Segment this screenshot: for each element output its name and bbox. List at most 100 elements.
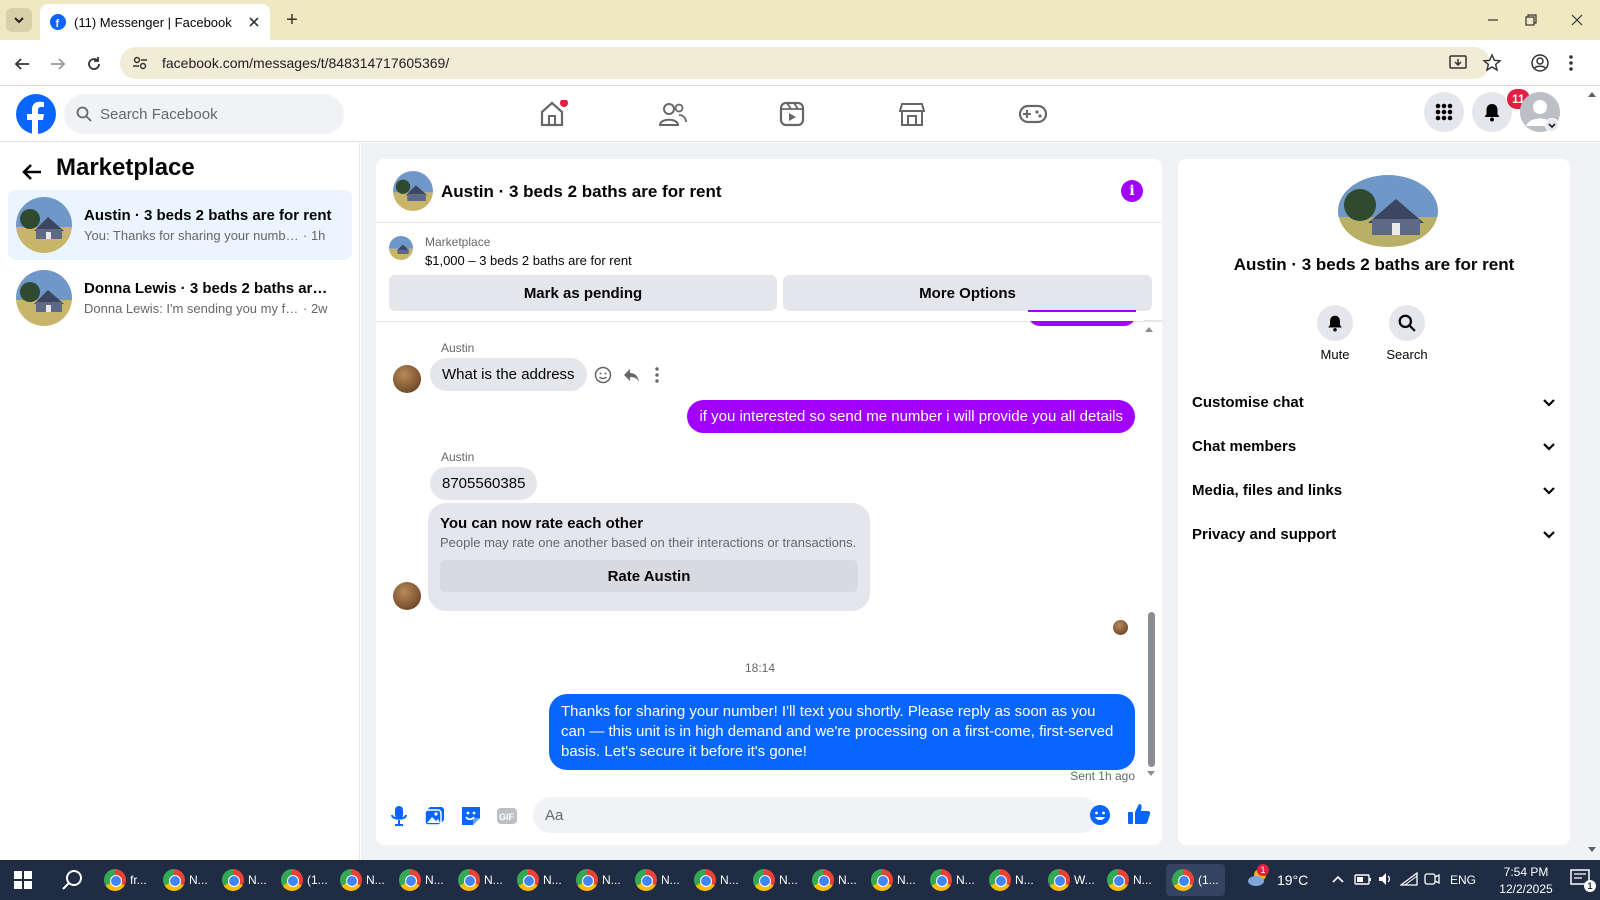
start-button[interactable]: [14, 871, 32, 889]
section-media-files-links[interactable]: Media, files and links: [1192, 470, 1556, 510]
taskbar-app[interactable]: N...: [1107, 864, 1152, 896]
taskbar-app[interactable]: N...: [753, 864, 798, 896]
nav-video[interactable]: [778, 100, 808, 128]
language-indicator[interactable]: ENG: [1450, 873, 1476, 887]
react-button[interactable]: [594, 366, 612, 384]
facebook-search-input[interactable]: Search Facebook: [64, 94, 344, 134]
message-bubble-incoming[interactable]: What is the address: [430, 358, 587, 391]
chrome-icon: [517, 869, 539, 891]
meet-now[interactable]: [1424, 872, 1440, 886]
section-customise-chat[interactable]: Customise chat: [1192, 382, 1556, 422]
listing-photo-large[interactable]: [1338, 175, 1438, 247]
chevron-down-icon: [1543, 399, 1555, 407]
minimize-button[interactable]: [1478, 8, 1508, 32]
reload-button[interactable]: [82, 52, 106, 76]
address-bar[interactable]: facebook.com/messages/t/848314717605369/: [120, 47, 1490, 79]
mark-as-pending-button[interactable]: Mark as pending: [389, 275, 777, 311]
taskbar-app[interactable]: N...: [458, 864, 503, 896]
message-more-button[interactable]: [654, 366, 660, 384]
sticker-button[interactable]: [459, 804, 483, 828]
taskbar-app[interactable]: N...: [635, 864, 680, 896]
taskbar-app[interactable]: N...: [576, 864, 621, 896]
taskbar-app[interactable]: (1...: [281, 864, 328, 896]
scroll-up-button[interactable]: [1144, 325, 1154, 333]
sender-avatar[interactable]: [393, 365, 421, 393]
rate-user-button[interactable]: Rate Austin: [440, 560, 858, 592]
tab-search-dropdown[interactable]: [6, 8, 32, 32]
new-tab-button[interactable]: +: [282, 9, 302, 31]
close-window-button[interactable]: [1562, 8, 1592, 32]
conversation-item[interactable]: Austin · 3 beds 2 baths are for rent You…: [8, 190, 352, 260]
taskbar-app-active[interactable]: (1...: [1166, 864, 1225, 896]
weather-badge: 1: [1257, 864, 1269, 876]
taskbar-app[interactable]: fr...: [104, 864, 147, 896]
taskbar-app[interactable]: N...: [163, 864, 208, 896]
taskbar-app[interactable]: N...: [871, 864, 916, 896]
chat-scrollbar-thumb[interactable]: [1148, 612, 1155, 767]
nav-friends[interactable]: [658, 100, 688, 128]
back-to-chats-button[interactable]: [20, 160, 44, 184]
profile-button[interactable]: [1530, 53, 1550, 73]
message-bubble-incoming[interactable]: 8705560385: [430, 467, 538, 500]
account-dropdown-button[interactable]: [1545, 118, 1559, 132]
volume-control[interactable]: [1378, 872, 1394, 886]
facebook-logo[interactable]: [16, 94, 56, 134]
message-bubble-outgoing[interactable]: Thanks for sharing your number! I'll tex…: [549, 694, 1135, 770]
battery-status[interactable]: [1354, 872, 1372, 886]
mute-button[interactable]: Mute: [1305, 305, 1365, 362]
chat-listing-thumbnail[interactable]: [393, 171, 433, 211]
back-button[interactable]: [10, 52, 34, 76]
taskbar-app[interactable]: N...: [222, 864, 267, 896]
section-chat-members[interactable]: Chat members: [1192, 426, 1556, 466]
emoji-button[interactable]: [1089, 804, 1111, 826]
taskbar-app[interactable]: N...: [399, 864, 444, 896]
reply-button[interactable]: [622, 366, 640, 384]
more-options-button[interactable]: More Options: [783, 275, 1152, 311]
message-input[interactable]: Aa: [533, 797, 1099, 833]
taskbar-app[interactable]: N...: [930, 864, 975, 896]
close-icon: [1571, 14, 1583, 26]
menu-button[interactable]: [1424, 92, 1464, 132]
bookmark-button[interactable]: [1482, 53, 1502, 73]
chat-title[interactable]: Austin · 3 beds 2 baths are for rent: [441, 182, 722, 202]
scroll-down-button[interactable]: [1146, 770, 1156, 778]
listing-price-title[interactable]: $1,000 – 3 beds 2 baths are for rent: [425, 253, 632, 268]
conversation-info-button[interactable]: i: [1121, 180, 1143, 202]
conversation-item[interactable]: Donna Lewis · 3 beds 2 baths are f... Do…: [8, 263, 352, 333]
install-icon: [1449, 55, 1467, 69]
browser-menu-button[interactable]: [1568, 53, 1574, 73]
close-tab-icon[interactable]: [248, 16, 260, 28]
voice-clip-button[interactable]: [387, 804, 411, 828]
taskbar-app[interactable]: N...: [989, 864, 1034, 896]
show-hidden-icons[interactable]: [1332, 874, 1344, 884]
network-status[interactable]: [1400, 872, 1418, 886]
install-app-button[interactable]: [1448, 53, 1468, 73]
page-scroll-up[interactable]: [1587, 90, 1597, 98]
taskbar-app[interactable]: N...: [694, 864, 739, 896]
section-privacy-support[interactable]: Privacy and support: [1192, 514, 1556, 554]
like-button[interactable]: [1127, 802, 1151, 826]
message-bubble-outgoing[interactable]: if you interested so send me number i wi…: [687, 400, 1135, 433]
forward-button[interactable]: [46, 52, 70, 76]
taskbar-search-button[interactable]: [62, 869, 84, 891]
restore-button[interactable]: [1516, 8, 1546, 32]
info-icon: i: [1129, 183, 1135, 199]
clock[interactable]: 7:54 PM 12/2/2025: [1486, 864, 1566, 898]
chrome-icon: [871, 869, 893, 891]
taskbar-app[interactable]: W...: [1048, 864, 1095, 896]
taskbar-app[interactable]: N...: [812, 864, 857, 896]
nav-gaming[interactable]: [1018, 100, 1048, 128]
sender-avatar[interactable]: [393, 582, 421, 610]
taskbar-app[interactable]: N...: [340, 864, 385, 896]
gif-button[interactable]: GIF: [495, 804, 519, 828]
nav-marketplace[interactable]: [898, 100, 928, 128]
browser-tab[interactable]: f (11) Messenger | Facebook: [40, 4, 270, 40]
notifications-button[interactable]: [1472, 92, 1512, 132]
search-in-conversation-button[interactable]: Search: [1377, 305, 1437, 362]
attach-photo-button[interactable]: [423, 804, 447, 828]
section-label: Privacy and support: [1192, 525, 1337, 543]
site-info-icon[interactable]: [132, 55, 148, 71]
nav-home[interactable]: [538, 100, 568, 128]
page-scroll-down[interactable]: [1587, 846, 1597, 854]
taskbar-app[interactable]: N...: [517, 864, 562, 896]
